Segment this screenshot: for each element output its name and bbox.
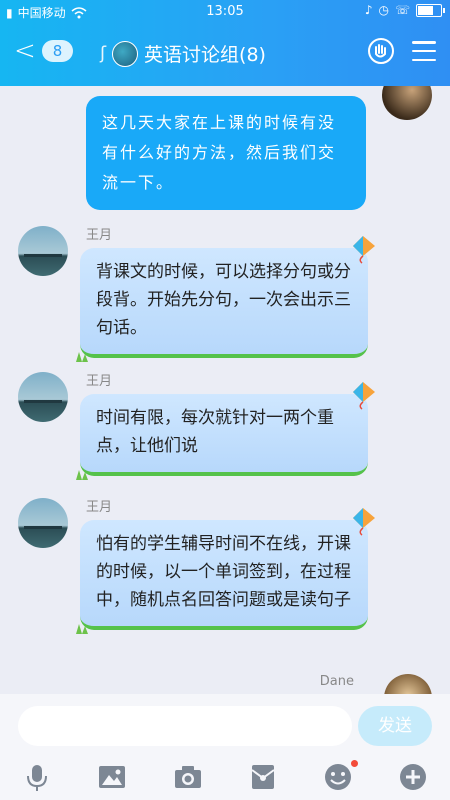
message-text: 怕有的学生辅导时间不在线，开课的时候，以一个单词签到，在过程中，随机点名回答问题… <box>96 534 351 610</box>
message-bubble[interactable]: 时间有限，每次就针对一两个重点，让他们说 <box>76 382 375 480</box>
sender-name: Dane <box>319 674 354 689</box>
message-text: 时间有限，每次就针对一两个重点，让他们说 <box>96 408 334 456</box>
message-text: 背课文的时候，可以选择分句或分段背。开始先分句，一次会出示三句话。 <box>96 262 351 338</box>
self-message-bubble[interactable]: 这几天大家在上课的时候有没有什么好的方法，然后我们交流一下。 <box>86 96 366 210</box>
header: ▮ 中国移动 13:05 ♪ ◷ ☏ < 8 ʃ 英语讨论组(8) <box>0 0 450 86</box>
emoji-icon[interactable] <box>323 762 353 792</box>
sender-name: 王月 <box>86 374 113 389</box>
sender-name: 王月 <box>86 228 113 243</box>
message-bubble[interactable]: 怕有的学生辅导时间不在线，开课的时候，以一个单词签到，在过程中，随机点名回答问题… <box>76 508 375 634</box>
volte-icon: ☏ <box>394 3 410 17</box>
status-bar: ▮ 中国移动 13:05 ♪ ◷ ☏ <box>0 0 450 24</box>
menu-icon[interactable] <box>412 41 436 61</box>
kite-icon <box>353 508 375 536</box>
send-button[interactable]: 发送 <box>358 706 432 746</box>
camera-icon[interactable] <box>173 762 203 792</box>
sender-name: 王月 <box>86 500 113 515</box>
bell-icon: ♪ <box>364 3 373 17</box>
grass-icon <box>76 470 88 480</box>
alarm-icon: ◷ <box>378 3 389 17</box>
self-avatar[interactable] <box>382 86 432 120</box>
nav-bar: < 8 ʃ 英语讨论组(8) <box>0 26 450 82</box>
red-packet-icon[interactable] <box>248 762 278 792</box>
group-avatar <box>112 40 139 67</box>
input-bar: 发送 <box>0 694 450 758</box>
image-icon[interactable] <box>97 762 127 792</box>
message-bubble[interactable]: 背课文的时候，可以选择分句或分段背。开始先分句，一次会出示三句话。 <box>76 236 375 362</box>
avatar[interactable] <box>18 226 68 276</box>
kite-icon <box>353 382 375 410</box>
plus-icon[interactable] <box>398 762 428 792</box>
grass-icon <box>76 352 88 362</box>
avatar[interactable] <box>384 674 432 694</box>
message-input[interactable] <box>18 706 352 746</box>
chat-title[interactable]: ʃ 英语讨论组(8) <box>100 40 266 67</box>
back-chevron-icon: < <box>14 36 36 66</box>
toolbar <box>0 758 450 800</box>
kite-icon <box>353 236 375 264</box>
unread-count-badge: 8 <box>41 40 74 62</box>
phone-hand-icon[interactable] <box>368 38 394 64</box>
avatar[interactable] <box>18 498 68 548</box>
notification-dot <box>351 760 358 767</box>
ear-icon: ʃ <box>100 43 107 64</box>
voice-icon[interactable] <box>22 762 52 792</box>
page-title: 英语讨论组(8) <box>144 44 266 66</box>
grass-icon <box>76 624 88 634</box>
back-button[interactable]: < 8 <box>14 36 74 66</box>
battery-icon <box>416 3 445 17</box>
avatar[interactable] <box>18 372 68 422</box>
chat-area[interactable]: 这几天大家在上课的时候有没有什么好的方法，然后我们交流一下。 王月 背课文的时候… <box>0 86 450 694</box>
